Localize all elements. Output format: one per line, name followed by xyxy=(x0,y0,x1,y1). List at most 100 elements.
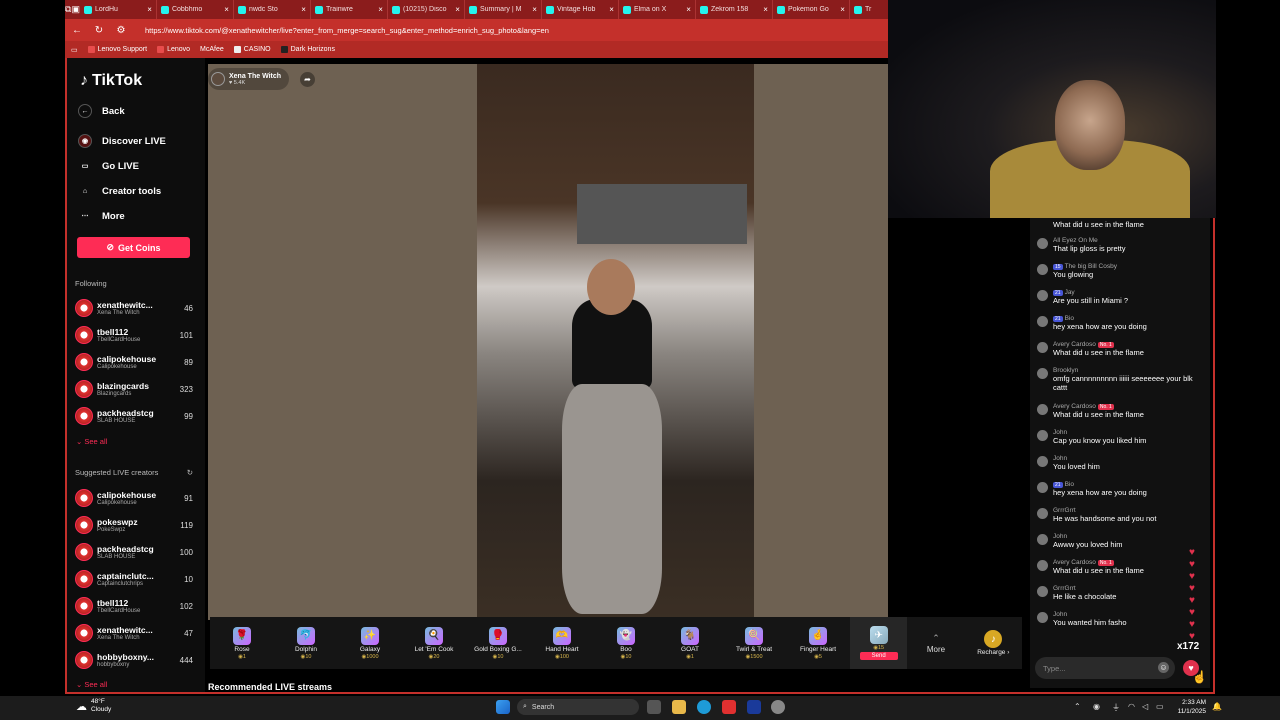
chat-username[interactable]: Avery Cardoso xyxy=(1053,341,1096,348)
creator-row[interactable]: calipokehouse Calipokehouse 91 xyxy=(75,486,193,510)
gift-item[interactable]: ✨ Galaxy ◉1000 xyxy=(338,617,402,669)
suggested-see-all[interactable]: ⌄ See all xyxy=(76,680,107,689)
file-explorer-icon[interactable] xyxy=(672,700,686,714)
creator-row[interactable]: xenathewitc... Xena The Witch 47 xyxy=(75,621,193,645)
send-button[interactable]: Send xyxy=(859,652,898,660)
nav-more[interactable]: ⋯ More xyxy=(78,209,125,223)
creator-row[interactable]: pokeswpz PokeSwpz 119 xyxy=(75,513,193,537)
settings-app-icon[interactable] xyxy=(771,700,785,714)
creator-row[interactable]: tbell112 TbellCardHouse 101 xyxy=(75,323,193,347)
chat-username[interactable]: John xyxy=(1053,611,1067,618)
chat-username[interactable]: Jay xyxy=(1065,289,1075,296)
browser-tab[interactable]: (10215) Disco × xyxy=(388,0,465,19)
avatar[interactable] xyxy=(1037,342,1048,353)
sidebar-toggle-icon[interactable]: ▣ xyxy=(71,0,80,19)
avatar[interactable] xyxy=(1037,508,1048,519)
creator-row[interactable]: captainclutc... Captainclutchrips 10 xyxy=(75,567,193,591)
refresh-icon[interactable]: ↻ xyxy=(187,468,193,477)
bookmark-dark-horizons[interactable]: Dark Horizons xyxy=(280,46,335,53)
close-icon[interactable]: × xyxy=(455,5,460,14)
creator-row[interactable]: blazingcards Blazingcards 323 xyxy=(75,377,193,401)
chat-username[interactable]: Avery Cardoso xyxy=(1053,559,1096,566)
chat-username[interactable]: Avery Cardoso xyxy=(1053,403,1096,410)
close-icon[interactable]: × xyxy=(686,5,691,14)
avatar[interactable] xyxy=(1037,456,1048,467)
close-icon[interactable]: × xyxy=(301,5,306,14)
chat-username[interactable]: Brooklyn xyxy=(1053,367,1078,374)
avatar[interactable] xyxy=(1037,560,1048,571)
browser-tab[interactable]: Summary | M × xyxy=(465,0,542,19)
avatar[interactable] xyxy=(1037,534,1048,545)
windows-start-icon[interactable] xyxy=(496,700,510,714)
browser-tab[interactable]: nwdc Sto × xyxy=(234,0,311,19)
emoji-icon[interactable]: ☺ xyxy=(1158,662,1169,673)
close-icon[interactable]: × xyxy=(224,5,229,14)
volume-icon[interactable]: ◁ xyxy=(1142,702,1148,711)
gift-item[interactable]: 🌹 Rose ◉1 xyxy=(210,617,274,669)
following-see-all[interactable]: ⌄ See all xyxy=(76,437,107,446)
wifi-icon[interactable]: ◠ xyxy=(1128,702,1135,711)
close-icon[interactable]: × xyxy=(609,5,614,14)
creator-row[interactable]: calipokehouse Calipokehouse 89 xyxy=(75,350,193,374)
avatar[interactable] xyxy=(1037,316,1048,327)
gift-item[interactable]: 🤞 Finger Heart ◉5 xyxy=(786,617,850,669)
notification-bell-icon[interactable]: 🔔 xyxy=(1212,702,1222,711)
close-icon[interactable]: × xyxy=(840,5,845,14)
gift-item[interactable]: 🐐 GOAT ◉1 xyxy=(658,617,722,669)
nav-discover-live[interactable]: ◉ Discover LIVE xyxy=(78,134,166,148)
media-app-icon[interactable] xyxy=(722,700,736,714)
browser-tab[interactable]: Vintage Hob × xyxy=(542,0,619,19)
tray-chevron-icon[interactable]: ⌃ xyxy=(1074,702,1081,711)
chat-username[interactable]: John xyxy=(1053,429,1067,436)
avatar[interactable] xyxy=(1037,238,1048,249)
gift-item[interactable]: 👻 Boo ◉10 xyxy=(594,617,658,669)
avatar[interactable] xyxy=(1037,482,1048,493)
taskbar-clock[interactable]: 2:33 AM 11/1/2025 xyxy=(1170,698,1206,716)
selected-gift-send[interactable]: ✈ ◉15 Send xyxy=(850,617,908,669)
task-view-icon[interactable] xyxy=(647,700,661,714)
back-button[interactable]: ← Back xyxy=(78,104,125,118)
nav-creator-tools[interactable]: ⌂ Creator tools xyxy=(78,184,161,198)
lenovo-app-icon[interactable] xyxy=(747,700,761,714)
chat-username[interactable]: John xyxy=(1053,455,1067,462)
creator-row[interactable]: hobbyboxny... hobbyboxny 444 xyxy=(75,648,193,672)
avatar[interactable] xyxy=(1037,612,1048,623)
back-arrow-icon[interactable]: ← xyxy=(71,25,83,36)
chat-username[interactable]: GrrrGrrt xyxy=(1053,585,1076,592)
browser-tab[interactable]: Cobbhmo × xyxy=(157,0,234,19)
recharge-button[interactable]: ♪ Recharge › xyxy=(965,617,1022,669)
avatar[interactable] xyxy=(1037,368,1048,379)
chat-username[interactable]: Bio xyxy=(1065,481,1074,488)
chat-username[interactable]: John xyxy=(1053,533,1067,540)
chat-username[interactable]: Bio xyxy=(1065,315,1074,322)
chat-username[interactable]: All Eyez On Me xyxy=(1053,237,1098,244)
gift-item[interactable]: 🐬 Dolphin ◉10 xyxy=(274,617,338,669)
avatar[interactable] xyxy=(1037,290,1048,301)
chat-username[interactable]: GrrrGrrt xyxy=(1053,507,1076,514)
bookmark-mcafee[interactable]: McAfee xyxy=(200,46,224,53)
close-icon[interactable]: × xyxy=(532,5,537,14)
browser-tab[interactable]: Tr× xyxy=(850,0,888,19)
taskbar-search[interactable]: ⌕ Search xyxy=(517,699,639,715)
browser-tab[interactable]: Pokemon Go × xyxy=(773,0,850,19)
get-coins-button[interactable]: ⊘ Get Coins xyxy=(77,237,190,258)
streamer-info[interactable]: Xena The Witch ♥ 5.4K xyxy=(208,68,290,90)
bookmark-lenovo-support[interactable]: Lenovo Support xyxy=(87,46,147,53)
creator-row[interactable]: packheadstcg SLAB HOUSE 99 xyxy=(75,404,193,428)
avatar[interactable] xyxy=(1037,586,1048,597)
creator-row[interactable]: tbell112 TbellCardHouse 102 xyxy=(75,594,193,618)
weather-widget[interactable]: ☁ 48°F Cloudy xyxy=(76,698,111,714)
bookmark-folder-icon[interactable]: ▭ xyxy=(71,46,78,54)
gift-item[interactable]: 🍳 Let 'Em Cook ◉20 xyxy=(402,617,466,669)
tiktok-logo[interactable]: ♪ TikTok xyxy=(80,72,142,90)
usb-icon[interactable]: ⏚ xyxy=(1112,702,1120,713)
close-icon[interactable]: × xyxy=(763,5,768,14)
avatar[interactable] xyxy=(1037,404,1048,415)
edge-browser-icon[interactable] xyxy=(697,700,711,714)
chat-input[interactable]: Type... xyxy=(1035,657,1175,679)
browser-tab[interactable]: LordHu × xyxy=(80,0,157,19)
browser-tab[interactable]: Zekrom 158 × xyxy=(696,0,773,19)
battery-icon[interactable]: ▭ xyxy=(1156,702,1164,711)
browser-tab[interactable]: Trainwre × xyxy=(311,0,388,19)
network-app-icon[interactable]: ◉ xyxy=(1093,702,1100,711)
